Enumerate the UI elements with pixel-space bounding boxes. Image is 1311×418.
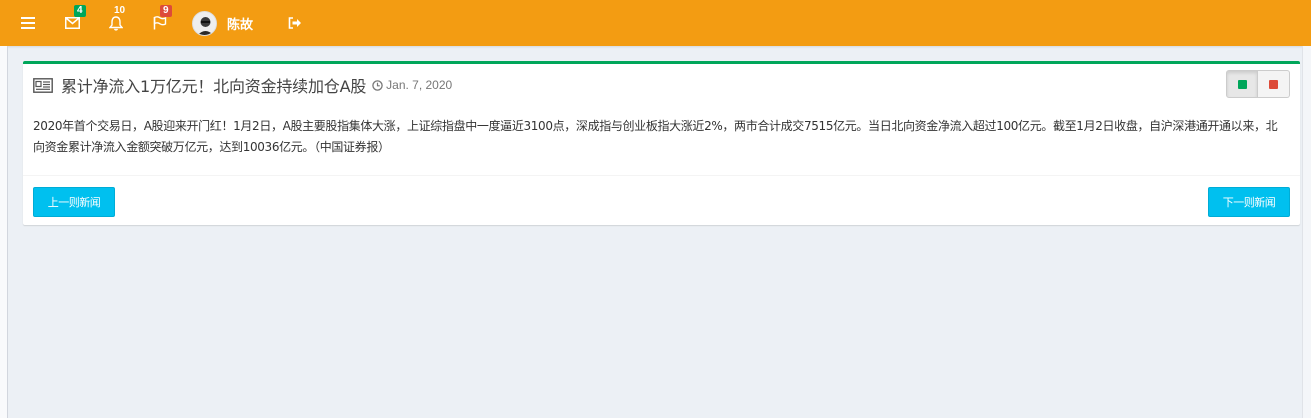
user-menu[interactable]: 陈故 — [192, 0, 268, 46]
green-square-icon — [1237, 79, 1247, 89]
flag-icon — [153, 16, 167, 30]
messages-badge: 4 — [74, 5, 86, 17]
tasks-badge: 9 — [160, 5, 172, 17]
news-box: 累计净流入1万亿元！北向资金持续加仓A股 Jan. 7, 2020 2020年首… — [23, 61, 1300, 225]
news-date-text: Jan. 7, 2020 — [386, 78, 453, 92]
notifications-badge: 10 — [114, 5, 126, 16]
reject-button[interactable] — [1258, 70, 1290, 98]
box-tools — [1226, 70, 1290, 98]
clock-icon — [372, 79, 383, 91]
news-header: 累计净流入1万亿元！北向资金持续加仓A股 Jan. 7, 2020 — [23, 64, 1300, 106]
red-square-icon — [1269, 79, 1278, 89]
envelope-icon — [64, 17, 80, 29]
next-news-button[interactable]: 下一则新闻 — [1208, 187, 1290, 217]
tasks-menu[interactable]: 9 — [144, 0, 176, 46]
news-title: 累计净流入1万亿元！北向资金持续加仓A股 — [61, 77, 367, 96]
news-date: Jan. 7, 2020 — [372, 78, 452, 92]
news-body: 2020年首个交易日，A股迎来开门红！1月2日，A股主要股指集体大涨，上证综指盘… — [33, 119, 1278, 154]
news-footer: 上一则新闻 下一则新闻 — [23, 175, 1300, 228]
newspaper-icon — [33, 77, 53, 93]
sign-out-button[interactable] — [280, 0, 310, 46]
notifications-menu[interactable]: 10 — [100, 0, 132, 46]
sidebar-toggle-button[interactable] — [10, 0, 46, 46]
scrollbar-track[interactable] — [1302, 46, 1311, 418]
messages-menu[interactable]: 4 — [56, 0, 88, 46]
top-navbar: 4 10 9 陈故 — [0, 0, 1311, 46]
hamburger-icon — [21, 17, 35, 29]
prev-news-button[interactable]: 上一则新闻 — [33, 187, 115, 217]
user-avatar — [192, 10, 217, 36]
sidebar-edge — [0, 46, 8, 418]
approve-button[interactable] — [1226, 70, 1258, 98]
sign-out-icon — [288, 17, 301, 29]
user-name: 陈故 — [227, 17, 254, 33]
bell-icon — [109, 15, 123, 31]
